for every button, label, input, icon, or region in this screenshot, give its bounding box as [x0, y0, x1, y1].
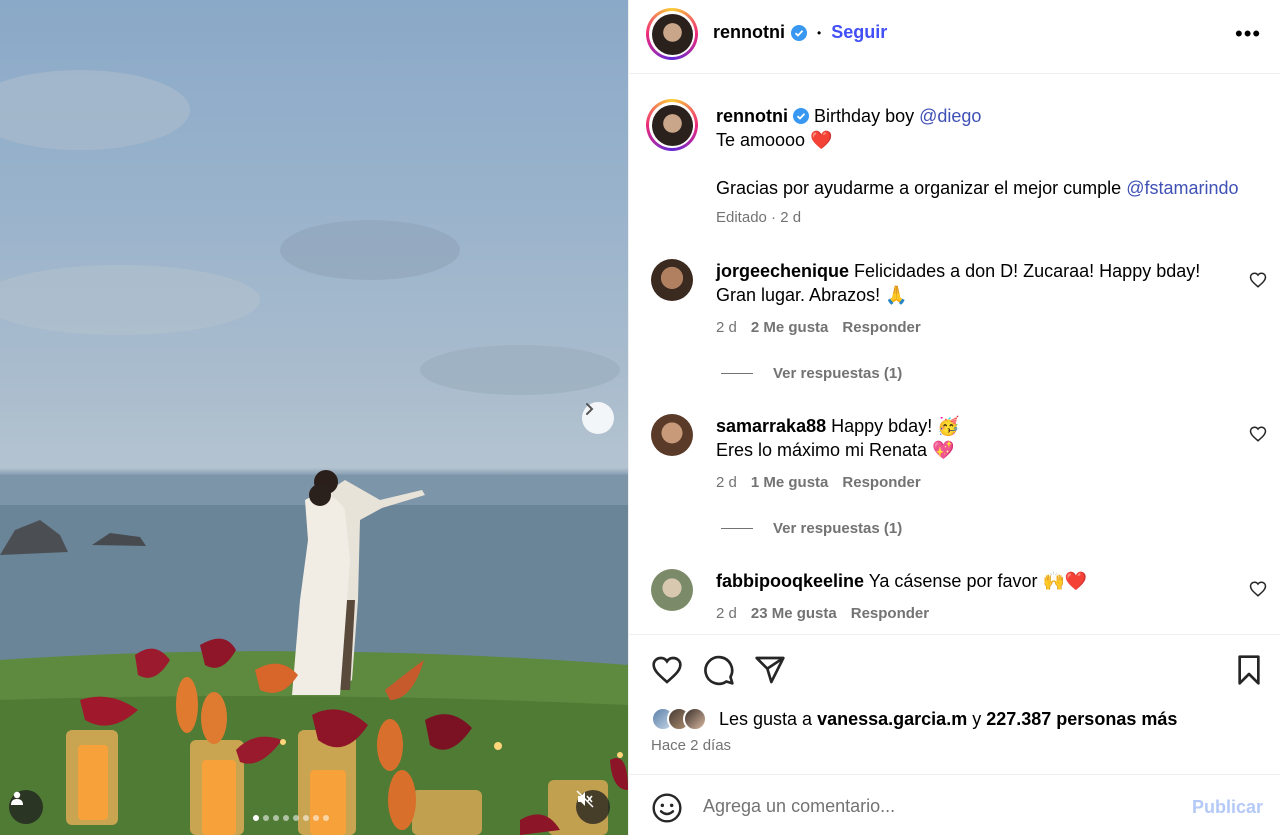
comment-meta: 2 d 23 Me gusta Responder — [716, 605, 943, 622]
speaker-muted-icon — [576, 790, 594, 808]
caption-line-1: rennotni Birthday boy @diego — [716, 104, 981, 128]
mention-link[interactable]: @diego — [919, 106, 981, 126]
comment-body: Eres lo máximo mi Renata 💖 — [716, 440, 955, 460]
likes-count[interactable]: 227.387 personas más — [986, 709, 1177, 730]
caption-meta: Editado · 2 d — [716, 209, 802, 226]
comment-time: 2 d — [716, 474, 737, 491]
follow-button[interactable]: Seguir — [831, 22, 887, 43]
comment-icon[interactable] — [703, 654, 735, 686]
share-icon[interactable] — [754, 654, 786, 686]
emoji-icon[interactable] — [651, 792, 683, 824]
chevron-right-icon — [586, 403, 594, 415]
commenter-avatar[interactable] — [651, 414, 693, 456]
caption-text: Gracias por ayudarme a organizar el mejo… — [716, 178, 1122, 198]
likers-avatars — [651, 707, 707, 731]
post-side-panel: rennotni • Seguir ••• rennotni Birthday … — [628, 0, 1280, 835]
comment-username[interactable]: fabbipooqkeeline — [716, 571, 864, 591]
mute-button[interactable] — [576, 790, 610, 824]
commenter-avatar[interactable] — [651, 569, 693, 611]
post-time-ago[interactable]: Hace 2 días — [651, 737, 731, 754]
carousel-indicator — [253, 815, 329, 821]
carousel-dot — [273, 815, 279, 821]
more-icon: ••• — [1235, 21, 1262, 46]
post-photo — [0, 70, 628, 835]
caption-line-2: Te amoooo ❤️ — [716, 130, 833, 150]
comment-body: Happy bday! 🥳 — [831, 416, 960, 436]
like-comment-icon[interactable] — [1249, 580, 1267, 598]
post-media[interactable] — [0, 0, 628, 835]
comment-text: samarraka88 Happy bday! 🥳 — [716, 414, 960, 438]
view-replies-label: Ver respuestas (1) — [773, 365, 903, 382]
comment-input[interactable] — [703, 791, 1173, 821]
view-replies-label: Ver respuestas (1) — [773, 520, 903, 537]
author-avatar[interactable] — [646, 8, 698, 60]
caption-line-3: Gracias por ayudarme a organizar el mejo… — [716, 176, 1239, 200]
comment-likes[interactable]: 2 Me gusta — [751, 319, 829, 336]
comment-composer: Publicar — [629, 774, 1280, 835]
caption-text: Birthday boy — [814, 106, 915, 126]
reply-button[interactable]: Responder — [842, 319, 920, 336]
carousel-dot — [303, 815, 309, 821]
carousel-dot — [293, 815, 299, 821]
like-comment-icon[interactable] — [1249, 425, 1267, 443]
carousel-dot — [313, 815, 319, 821]
reply-button[interactable]: Responder — [851, 605, 929, 622]
post-actions: Les gusta a vanessa.garcia.m y 227.387 p… — [629, 634, 1280, 774]
liker-username[interactable]: vanessa.garcia.m — [817, 709, 967, 730]
carousel-dot — [263, 815, 269, 821]
mention-link[interactable]: @fstamarindo — [1126, 178, 1238, 198]
tagged-users-button[interactable] — [9, 790, 43, 824]
comment-text: jorgeechenique Felicidades a don D! Zuca… — [716, 259, 1200, 283]
verified-badge-icon — [793, 108, 810, 124]
comment-meta: 2 d 2 Me gusta Responder — [716, 319, 935, 336]
save-icon[interactable] — [1233, 654, 1265, 686]
caption-username[interactable]: rennotni — [716, 106, 788, 126]
comment-username[interactable]: jorgeechenique — [716, 261, 849, 281]
comment-likes[interactable]: 1 Me gusta — [751, 474, 829, 491]
user-icon — [11, 791, 23, 805]
carousel-dot — [253, 815, 259, 821]
header-user-row: rennotni • Seguir — [713, 22, 887, 43]
comment-body: Ya cásense por favor 🙌❤️ — [868, 571, 1088, 591]
comment-body: Felicidades a don D! Zucaraa! Happy bday… — [854, 261, 1201, 281]
comment-username[interactable]: samarraka88 — [716, 416, 826, 436]
comment-meta: 2 d 1 Me gusta Responder — [716, 474, 935, 491]
carousel-dot — [323, 815, 329, 821]
comment-likes[interactable]: 23 Me gusta — [751, 605, 837, 622]
separator-dot: • — [817, 25, 822, 40]
likes-mid: y — [972, 708, 982, 729]
like-icon[interactable] — [651, 654, 683, 686]
next-slide-button[interactable] — [582, 402, 614, 434]
reply-button[interactable]: Responder — [842, 474, 920, 491]
post-header: rennotni • Seguir ••• — [629, 0, 1280, 74]
comment-time: 2 d — [716, 319, 737, 336]
view-replies-button[interactable]: Ver respuestas (1) — [721, 520, 902, 537]
comment-time: 2 d — [716, 605, 737, 622]
author-username[interactable]: rennotni — [713, 22, 785, 43]
likes-prefix: Les gusta a — [719, 708, 813, 729]
comment-body: Gran lugar. Abrazos! 🙏 — [716, 285, 908, 305]
verified-badge-icon — [791, 24, 807, 41]
comment-text: fabbipooqkeeline Ya cásense por favor 🙌❤… — [716, 569, 1087, 593]
comments-list[interactable]: rennotni Birthday boy @diego Te amoooo ❤… — [629, 74, 1280, 634]
like-comment-icon[interactable] — [1249, 271, 1267, 289]
likes-summary[interactable]: Les gusta a vanessa.garcia.m y 227.387 p… — [651, 707, 1177, 731]
more-options-button[interactable]: ••• — [1235, 23, 1261, 45]
caption-avatar[interactable] — [646, 99, 698, 151]
commenter-avatar[interactable] — [651, 259, 693, 301]
view-replies-button[interactable]: Ver respuestas (1) — [721, 365, 902, 382]
publish-button[interactable]: Publicar — [1192, 797, 1263, 818]
carousel-dot — [283, 815, 289, 821]
